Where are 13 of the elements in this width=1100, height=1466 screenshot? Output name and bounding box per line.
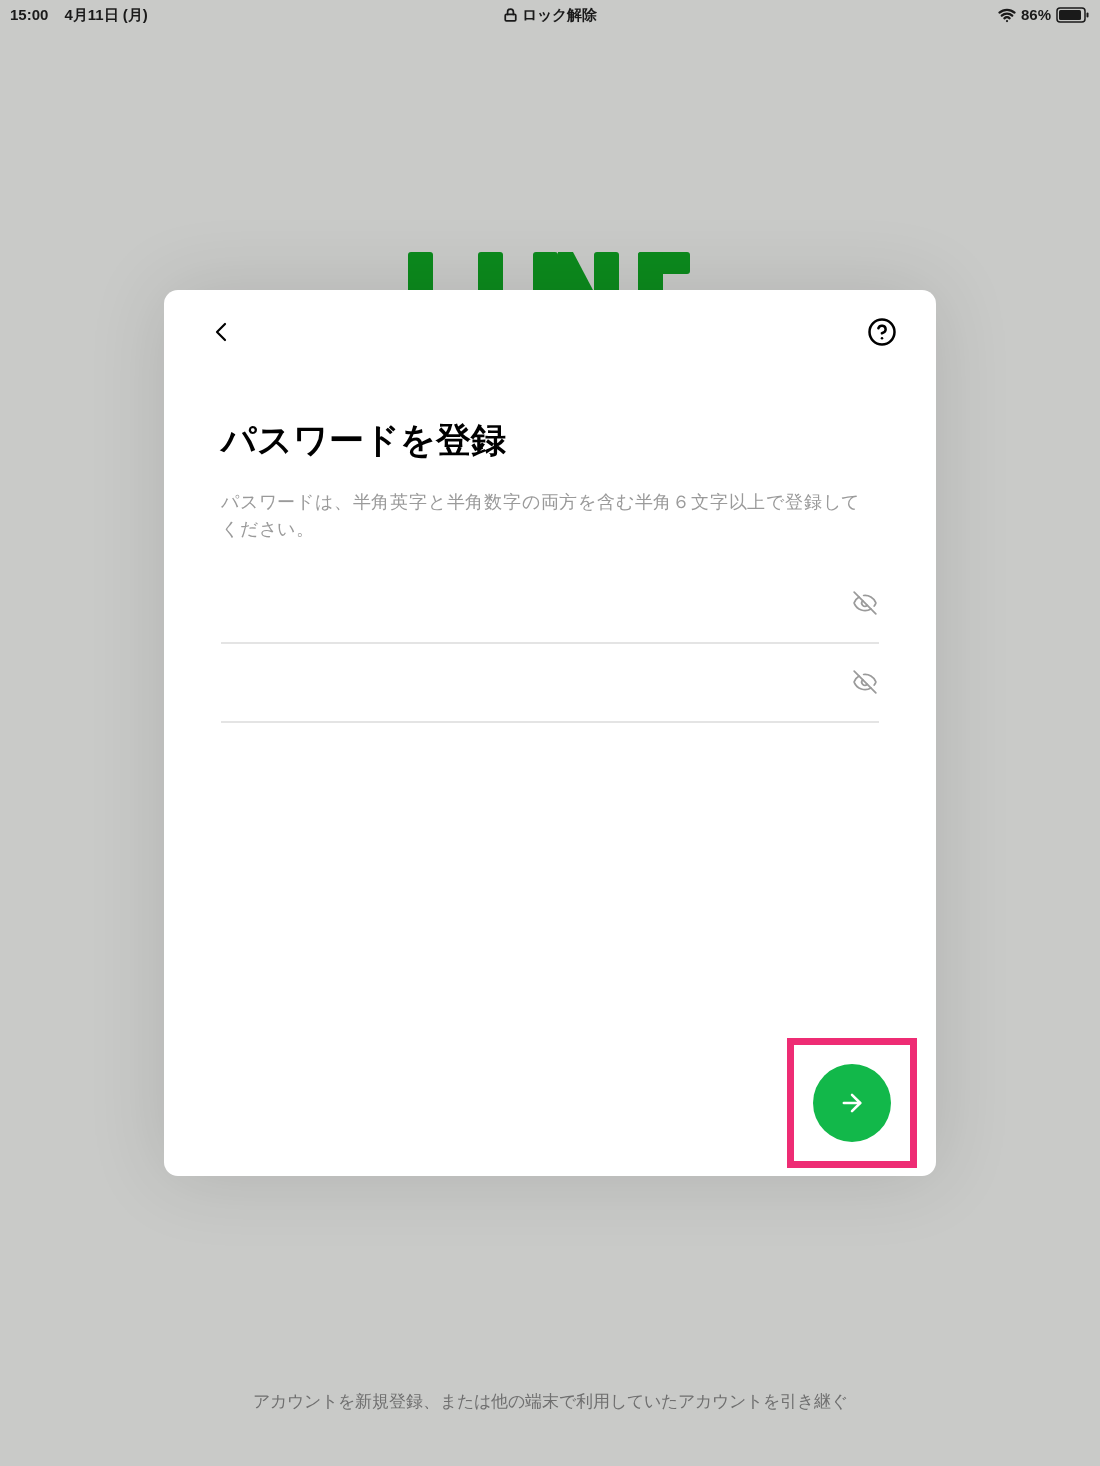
wifi-icon <box>997 6 1016 24</box>
status-date: 4月11日 (月) <box>64 4 148 25</box>
dialog-description: パスワードは、半角英字と半角数字の両方を含む半角６文字以上で登録してください。 <box>221 490 862 541</box>
help-icon <box>867 317 897 347</box>
eye-off-icon[interactable] <box>852 590 878 616</box>
footer-text: アカウントを新規登録、または他の端末で利用していたアカウントを引き継ぐ <box>252 1390 848 1413</box>
battery-icon <box>1056 7 1090 23</box>
lock-label: ロック解除 <box>521 4 597 25</box>
dialog-title: パスワードを登録 <box>221 419 507 461</box>
status-time: 15:00 <box>10 4 49 25</box>
eye-off-icon[interactable] <box>852 669 878 695</box>
lock-icon <box>503 8 518 22</box>
battery-percent: 86% <box>1020 4 1051 25</box>
